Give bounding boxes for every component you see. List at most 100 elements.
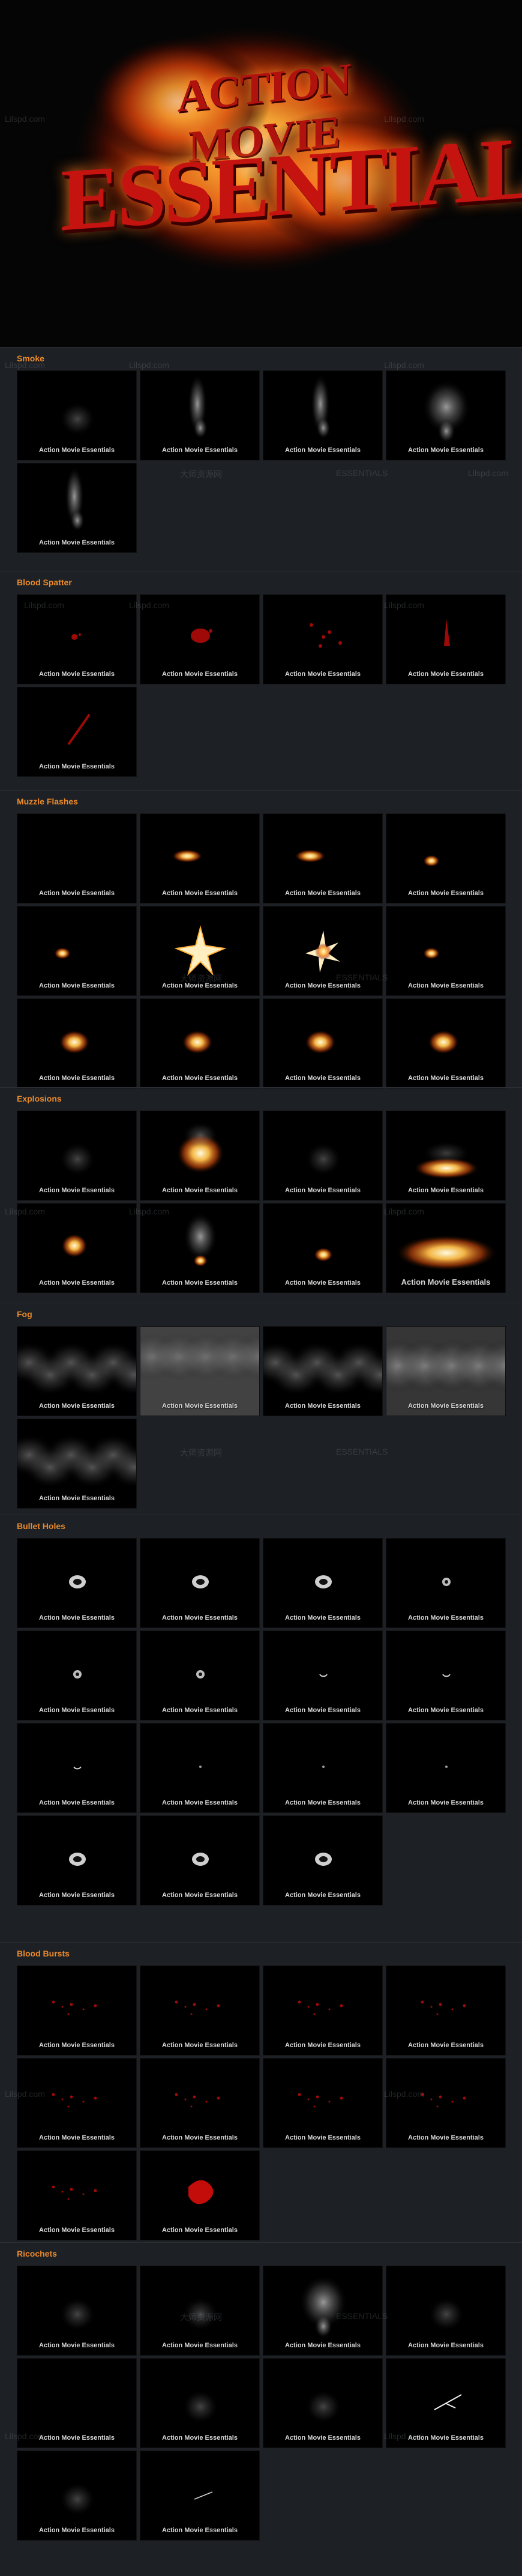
effect-thumbnail[interactable]: Action Movie Essentials [140, 370, 260, 460]
thumbnail-caption: Action Movie Essentials [408, 982, 484, 989]
section-ricochets: Ricochets Action Movie Essentials Action M… [0, 2242, 522, 2576]
effect-thumbnail[interactable]: Action Movie Essentials [263, 370, 383, 460]
thumbnail-caption: Action Movie Essentials [285, 1892, 361, 1899]
effect-thumbnail[interactable]: Action Movie Essentials [263, 998, 383, 1088]
effect-thumbnail[interactable]: Action Movie Essentials [17, 1815, 137, 1905]
effect-thumbnail[interactable]: Action Movie Essentials [17, 370, 137, 460]
effect-thumbnail[interactable]: Action Movie Essentials [263, 1630, 383, 1721]
effect-thumbnail[interactable]: Action Movie Essentials [140, 2266, 260, 2356]
effect-thumbnail[interactable]: Action Movie Essentials [386, 998, 506, 1088]
effect-thumbnail[interactable]: Action Movie Essentials [263, 2266, 383, 2356]
thumbnail-caption: Action Movie Essentials [39, 1614, 115, 1621]
effect-thumbnail[interactable]: Action Movie Essentials [263, 1723, 383, 1813]
effect-thumbnail[interactable]: Action Movie Essentials [386, 370, 506, 460]
effect-thumbnail[interactable]: Action Movie Essentials [140, 813, 260, 903]
effect-thumbnail[interactable]: Action Movie Essentials [263, 594, 383, 684]
effect-thumbnail[interactable]: Action Movie Essentials [17, 2058, 137, 2148]
effect-thumbnail[interactable]: Action Movie Essentials [386, 1203, 506, 1293]
thumbnail-caption: Action Movie Essentials [162, 2042, 238, 2049]
thumbnail-caption: Action Movie Essentials [408, 2434, 484, 2442]
thumbnail-caption: Action Movie Essentials [408, 1707, 484, 1714]
effect-thumbnail[interactable]: Action Movie Essentials [386, 1538, 506, 1628]
effect-thumbnail[interactable]: Action Movie Essentials [140, 1111, 260, 1201]
effect-thumbnail[interactable]: Action Movie Essentials [17, 1111, 137, 1201]
thumbnail-caption: Action Movie Essentials [285, 671, 361, 678]
effect-thumbnail[interactable]: Action Movie Essentials [386, 1723, 506, 1813]
effect-thumbnail[interactable]: Action Movie Essentials [140, 998, 260, 1088]
effect-thumbnail[interactable]: Action Movie Essentials [140, 2358, 260, 2448]
effect-thumbnail[interactable]: Action Movie Essentials [263, 2358, 383, 2448]
effect-thumbnail[interactable]: Action Movie Essentials [17, 2266, 137, 2356]
thumbnail-caption: Action Movie Essentials [39, 447, 115, 454]
thumbnail-caption: Action Movie Essentials [285, 2342, 361, 2349]
effect-thumbnail[interactable]: Action Movie Essentials [386, 906, 506, 996]
thumbnail-caption: Action Movie Essentials [285, 1707, 361, 1714]
effect-thumbnail[interactable]: Action Movie Essentials [263, 813, 383, 903]
thumbnail-caption: Action Movie Essentials [285, 1614, 361, 1621]
effect-thumbnail[interactable]: Action Movie Essentials [386, 1965, 506, 2056]
effect-thumbnail[interactable]: Action Movie Essentials [386, 813, 506, 903]
effect-thumbnail[interactable]: Action Movie Essentials [17, 1630, 137, 1721]
thumbnail-caption: Action Movie Essentials [408, 2342, 484, 2349]
effect-thumbnail[interactable]: Action Movie Essentials [17, 1538, 137, 1628]
effect-thumbnail[interactable]: Action Movie Essentials [386, 2358, 506, 2448]
effect-thumbnail[interactable]: Action Movie Essentials [17, 594, 137, 684]
effect-thumbnail[interactable]: Action Movie Essentials [17, 998, 137, 1088]
effect-thumbnail[interactable]: Action Movie Essentials [263, 1326, 383, 1416]
effect-thumbnail[interactable]: Action Movie Essentials [17, 2451, 137, 2541]
effect-thumbnail[interactable]: Action Movie Essentials [17, 687, 137, 777]
thumbnail-caption: Action Movie Essentials [162, 1187, 238, 1194]
section-smoke: Smoke Action Movie Essentials Action Movie… [0, 347, 522, 571]
effect-thumbnail[interactable]: Action Movie Essentials [17, 906, 137, 996]
thumbnail-caption: Action Movie Essentials [408, 1402, 484, 1410]
effect-thumbnail[interactable]: Action Movie Essentials [140, 2150, 260, 2240]
effect-thumbnail[interactable]: Action Movie Essentials [17, 1965, 137, 2056]
section-title: Ricochets [17, 2249, 57, 2258]
effect-thumbnail[interactable]: Action Movie Essentials [263, 1965, 383, 2056]
effect-thumbnail[interactable]: Action Movie Essentials [140, 1630, 260, 1721]
section-title: Explosions [17, 1094, 62, 1103]
effect-thumbnail[interactable]: Action Movie Essentials [17, 1326, 137, 1416]
effect-thumbnail[interactable]: Action Movie Essentials [386, 1111, 506, 1201]
effect-thumbnail[interactable]: Action Movie Essentials [17, 463, 137, 553]
effect-thumbnail[interactable]: Action Movie Essentials [140, 906, 260, 996]
effect-thumbnail[interactable]: Action Movie Essentials [17, 1419, 137, 1509]
effect-thumbnail[interactable]: Action Movie Essentials [386, 2266, 506, 2356]
thumbnail-caption: Action Movie Essentials [162, 1614, 238, 1621]
effect-thumbnail[interactable]: Action Movie Essentials [17, 2358, 137, 2448]
effect-thumbnail[interactable]: Action Movie Essentials [140, 1326, 260, 1416]
effect-thumbnail[interactable]: Action Movie Essentials [140, 1965, 260, 2056]
thumbnail-caption: Action Movie Essentials [408, 2134, 484, 2141]
thumbnail-caption: Action Movie Essentials [285, 982, 361, 989]
effect-thumbnail[interactable]: Action Movie Essentials [140, 2058, 260, 2148]
effect-thumbnail[interactable]: Action Movie Essentials [386, 2058, 506, 2148]
effect-thumbnail[interactable]: Action Movie Essentials [140, 1203, 260, 1293]
thumbnail-caption: Action Movie Essentials [39, 1187, 115, 1194]
section-blood-spatter: Blood Spatter Action Movie Essentials Acti… [0, 571, 522, 790]
effect-thumbnail[interactable]: Action Movie Essentials [17, 1723, 137, 1813]
effect-thumbnail[interactable]: Action Movie Essentials [263, 1815, 383, 1905]
thumbnail-caption: Action Movie Essentials [39, 1495, 115, 1502]
effect-thumbnail[interactable]: Action Movie Essentials [140, 594, 260, 684]
effect-thumbnail[interactable]: Action Movie Essentials [140, 2451, 260, 2541]
effect-thumbnail[interactable]: Action Movie Essentials [386, 594, 506, 684]
effect-thumbnail[interactable]: Action Movie Essentials [17, 1203, 137, 1293]
thumbnail-caption: Action Movie Essentials [39, 982, 115, 989]
effect-thumbnail[interactable]: Action Movie Essentials [263, 906, 383, 996]
effect-thumbnail[interactable]: Action Movie Essentials [17, 2150, 137, 2240]
effect-thumbnail[interactable]: Action Movie Essentials [140, 1723, 260, 1813]
thumbnail-caption: Action Movie Essentials [39, 2042, 115, 2049]
effect-thumbnail[interactable]: Action Movie Essentials [140, 1538, 260, 1628]
effect-thumbnail[interactable]: Action Movie Essentials [263, 1538, 383, 1628]
effect-thumbnail[interactable]: Action Movie Essentials [386, 1326, 506, 1416]
thumbnail-caption: Action Movie Essentials [162, 2527, 238, 2534]
effect-thumbnail[interactable]: Action Movie Essentials [17, 813, 137, 903]
thumbnail-caption: Action Movie Essentials [162, 890, 238, 897]
effect-thumbnail[interactable]: Action Movie Essentials [263, 2058, 383, 2148]
effect-thumbnail[interactable]: Action Movie Essentials [386, 1630, 506, 1721]
effect-thumbnail[interactable]: Action Movie Essentials [140, 1815, 260, 1905]
effect-thumbnail[interactable]: Action Movie Essentials [263, 1203, 383, 1293]
thumbnail-caption: Action Movie Essentials [408, 447, 484, 454]
thumbnail-caption: Action Movie Essentials [162, 1279, 238, 1286]
effect-thumbnail[interactable]: Action Movie Essentials [263, 1111, 383, 1201]
